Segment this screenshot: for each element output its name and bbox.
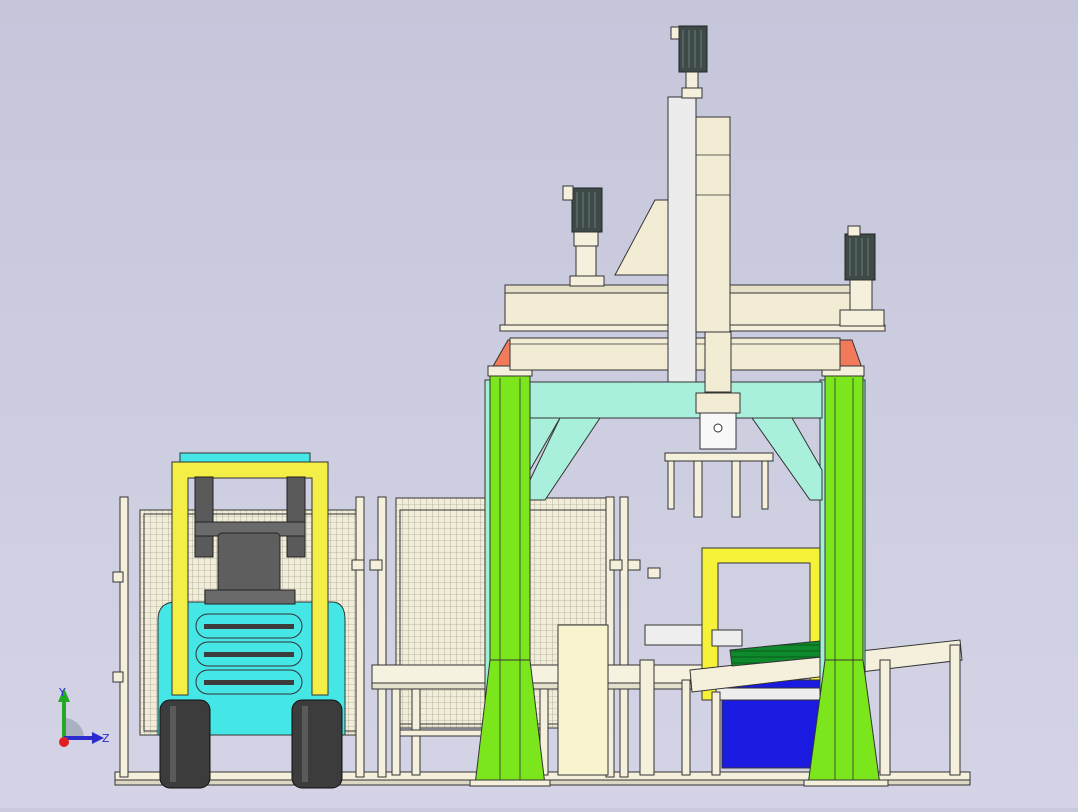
cad-viewport[interactable]: Y Z <box>0 0 1078 808</box>
triad-quarter-disc <box>64 718 84 738</box>
triad-y-label: Y <box>59 686 66 699</box>
forklift-wheel-left <box>159 699 211 789</box>
gantry-palletizer-assembly <box>0 0 1078 808</box>
pallet-tray <box>711 679 829 776</box>
x-axis-point <box>59 737 69 747</box>
triad-z-label: Z <box>102 732 110 745</box>
forklift-wheel-right <box>291 699 343 789</box>
